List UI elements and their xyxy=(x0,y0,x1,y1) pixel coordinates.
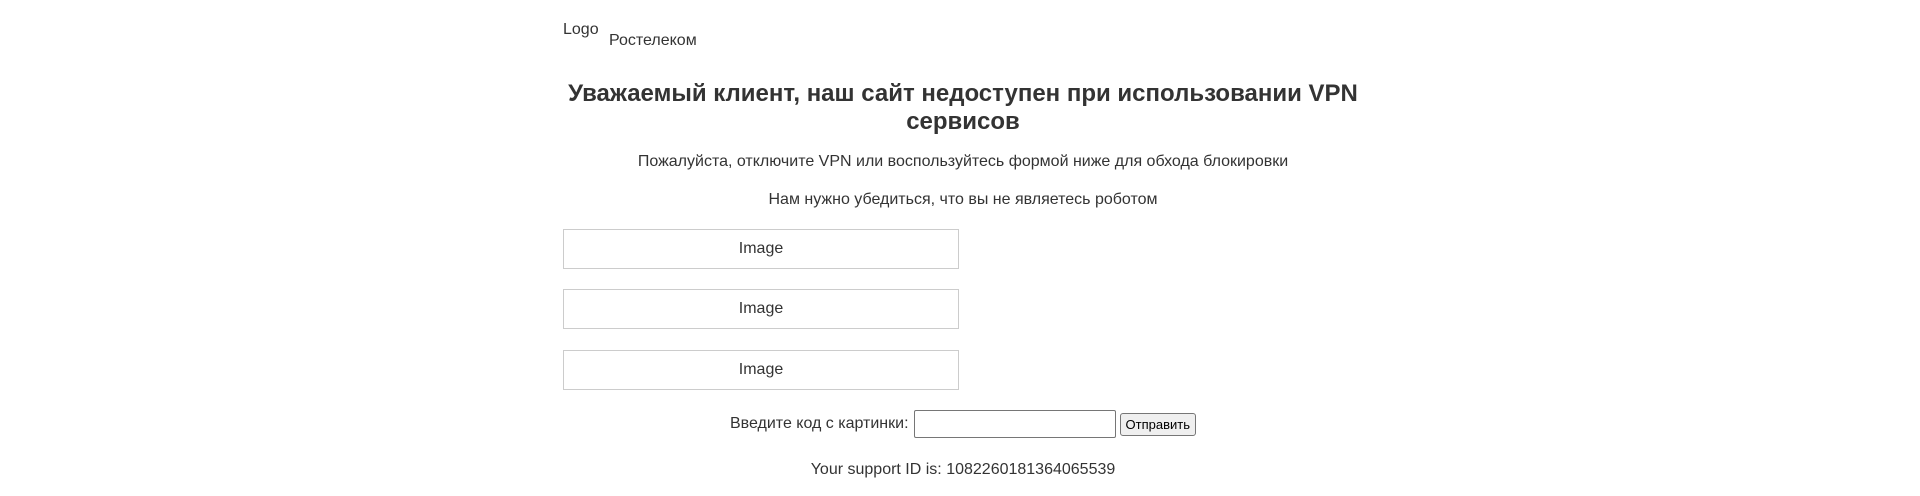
brand-name: Ростелеком xyxy=(609,32,697,49)
support-id-text: Your support ID is: 1082260181364065539 xyxy=(810,461,1116,478)
page-title: Уважаемый клиент, наш сайт недоступен пр… xyxy=(568,80,1358,135)
captcha-form: Введите код с картинки: Отправить xyxy=(563,410,1363,438)
captcha-image-2: Image xyxy=(563,289,959,329)
captcha-image-3: Image xyxy=(563,350,959,390)
logo-image: Logo xyxy=(563,21,599,38)
robot-check-text: Нам нужно убедиться, что вы не являетесь… xyxy=(768,191,1158,208)
vpn-instruction-text: Пожалуйста, отключите VPN или воспользуй… xyxy=(637,153,1289,170)
header: Logo Ростелеком xyxy=(563,0,1363,60)
page-container: Logo Ростелеком Уважаемый клиент, наш са… xyxy=(563,0,1363,496)
captcha-code-input[interactable] xyxy=(913,410,1116,438)
captcha-code-label: Введите код с картинки: xyxy=(729,415,909,432)
captcha-image-1: Image xyxy=(563,229,959,269)
submit-button[interactable]: Отправить xyxy=(1119,412,1196,436)
